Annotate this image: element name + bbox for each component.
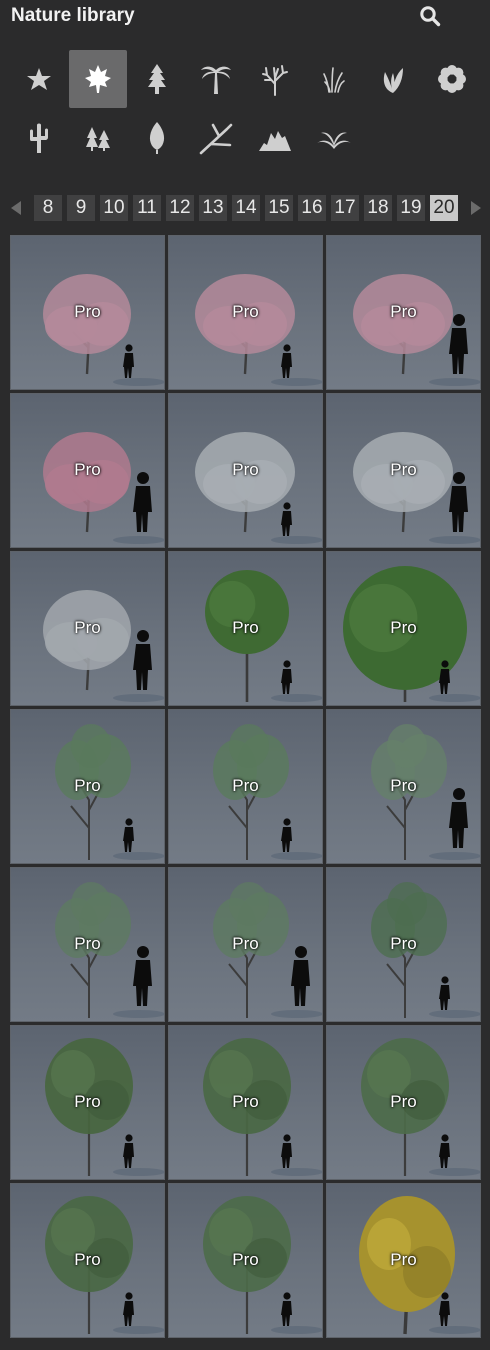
category-palm-tree[interactable] <box>187 50 245 108</box>
asset-card[interactable]: Pro <box>326 867 481 1022</box>
cactus-icon <box>30 123 48 153</box>
maple-leaf-icon <box>85 65 111 93</box>
fern-icon <box>317 132 351 149</box>
pro-badge: Pro <box>390 1250 417 1269</box>
bare-tree-icon <box>262 65 288 96</box>
pro-badge: Pro <box>232 460 259 479</box>
search-icon[interactable] <box>418 4 442 28</box>
pro-badge: Pro <box>232 1250 259 1269</box>
page-13[interactable]: 13 <box>199 195 227 221</box>
asset-card[interactable]: Pro <box>326 1025 481 1180</box>
pro-badge: Pro <box>390 302 417 321</box>
page-12[interactable]: 12 <box>166 195 194 221</box>
asset-card[interactable]: Pro <box>168 1183 323 1338</box>
asset-card[interactable]: Pro <box>168 393 323 548</box>
category-rocks[interactable] <box>246 109 304 167</box>
page-8[interactable]: 8 <box>34 195 62 221</box>
asset-card[interactable]: Pro <box>168 235 323 390</box>
asset-card[interactable]: Pro <box>10 235 165 390</box>
category-grass[interactable] <box>305 50 363 108</box>
category-forest[interactable] <box>69 109 127 167</box>
page-10[interactable]: 10 <box>100 195 128 221</box>
category-cactus[interactable] <box>10 109 68 167</box>
asset-card[interactable]: Pro <box>326 709 481 864</box>
branch-icon <box>199 123 233 155</box>
star-icon <box>27 68 51 90</box>
page-17[interactable]: 17 <box>331 195 359 221</box>
asset-card[interactable]: Pro <box>326 235 481 390</box>
asset-card[interactable]: Pro <box>10 393 165 548</box>
page-18[interactable]: 18 <box>364 195 392 221</box>
asset-card[interactable]: Pro <box>10 867 165 1022</box>
asset-card[interactable]: Pro <box>10 1025 165 1180</box>
pro-badge: Pro <box>390 460 417 479</box>
pro-badge: Pro <box>74 460 101 479</box>
pro-badge: Pro <box>390 1092 417 1111</box>
header: Nature library <box>0 0 490 34</box>
chevron-right-icon[interactable] <box>468 199 484 217</box>
grass-icon <box>323 67 345 93</box>
category-plant[interactable] <box>364 50 422 108</box>
category-fern[interactable] <box>305 109 363 167</box>
category-flower[interactable] <box>423 50 481 108</box>
pro-badge: Pro <box>74 618 101 637</box>
asset-card[interactable]: Pro <box>168 709 323 864</box>
asset-card[interactable]: Pro <box>326 393 481 548</box>
pro-badge: Pro <box>390 618 417 637</box>
asset-card[interactable]: Pro <box>10 1183 165 1338</box>
page-14[interactable]: 14 <box>232 195 260 221</box>
palm-tree-icon <box>201 66 231 94</box>
category-branch[interactable] <box>187 109 245 167</box>
category-star[interactable] <box>10 50 68 108</box>
pro-badge: Pro <box>74 1092 101 1111</box>
page-title: Nature library <box>11 5 135 26</box>
page-19[interactable]: 19 <box>397 195 425 221</box>
pro-badge: Pro <box>390 776 417 795</box>
forest-icon <box>86 127 110 151</box>
asset-card[interactable]: Pro <box>168 1025 323 1180</box>
pro-badge: Pro <box>232 1092 259 1111</box>
page-20[interactable]: 20 <box>430 195 458 221</box>
page-15[interactable]: 15 <box>265 195 293 221</box>
pro-badge: Pro <box>74 934 101 953</box>
pro-badge: Pro <box>232 618 259 637</box>
asset-card[interactable]: Pro <box>10 551 165 706</box>
pro-badge: Pro <box>232 934 259 953</box>
leaf-icon <box>149 122 165 154</box>
plant-icon <box>383 68 403 93</box>
rocks-icon <box>259 131 291 151</box>
asset-card[interactable]: Pro <box>10 709 165 864</box>
pro-badge: Pro <box>74 776 101 795</box>
flower-icon <box>438 65 466 93</box>
pro-badge: Pro <box>232 302 259 321</box>
pagination: 8 9 10 11 12 13 14 15 16 17 18 19 20 <box>0 193 490 223</box>
asset-card[interactable]: Pro <box>326 1183 481 1338</box>
page-9[interactable]: 9 <box>67 195 95 221</box>
pro-badge: Pro <box>74 1250 101 1269</box>
category-pine-tree[interactable] <box>128 50 186 108</box>
pro-badge: Pro <box>390 934 417 953</box>
asset-card[interactable]: Pro <box>168 867 323 1022</box>
category-leaf[interactable] <box>128 109 186 167</box>
page-11[interactable]: 11 <box>133 195 161 221</box>
asset-card[interactable]: Pro <box>168 551 323 706</box>
pro-badge: Pro <box>74 302 101 321</box>
asset-card[interactable]: Pro <box>326 551 481 706</box>
chevron-left-icon[interactable] <box>8 199 24 217</box>
category-maple-leaf[interactable] <box>69 50 127 108</box>
pro-badge: Pro <box>232 776 259 795</box>
category-bare-tree[interactable] <box>246 50 304 108</box>
pine-tree-icon <box>148 64 166 94</box>
page-16[interactable]: 16 <box>298 195 326 221</box>
